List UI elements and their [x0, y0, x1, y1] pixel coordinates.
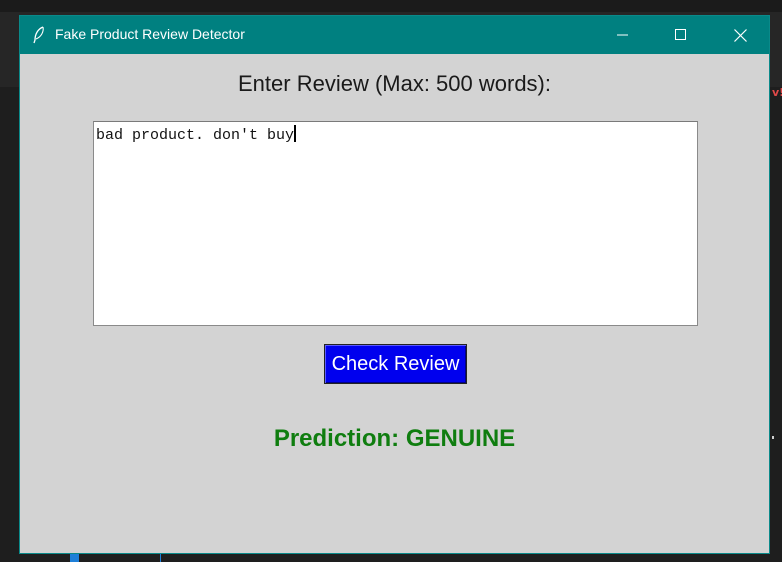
app-window: Fake Product Review Detector Enter Revie… [19, 15, 770, 554]
background-blue-line [160, 553, 161, 562]
background-blue-marker [70, 553, 79, 562]
window-client-area: Enter Review (Max: 500 words): bad produ… [20, 54, 769, 554]
maximize-icon [675, 29, 686, 40]
close-button[interactable] [711, 16, 769, 54]
title-bar[interactable]: Fake Product Review Detector [20, 16, 769, 54]
window-title: Fake Product Review Detector [55, 26, 245, 42]
minimize-button[interactable] [594, 16, 652, 54]
maximize-button[interactable] [652, 16, 710, 54]
close-icon [733, 28, 747, 42]
feather-icon [32, 26, 46, 44]
review-prompt-label: Enter Review (Max: 500 words): [238, 71, 551, 96]
minimize-icon [617, 34, 628, 36]
background-dot [772, 436, 774, 439]
background-red-text-fragment: v! [772, 86, 782, 99]
text-caret [294, 125, 297, 142]
review-text-value: bad product. don't buy [96, 127, 295, 144]
check-review-button[interactable]: Check Review [324, 344, 467, 384]
review-text-input[interactable]: bad product. don't buy [93, 121, 698, 326]
prediction-result: Prediction: GENUINE [273, 425, 516, 452]
